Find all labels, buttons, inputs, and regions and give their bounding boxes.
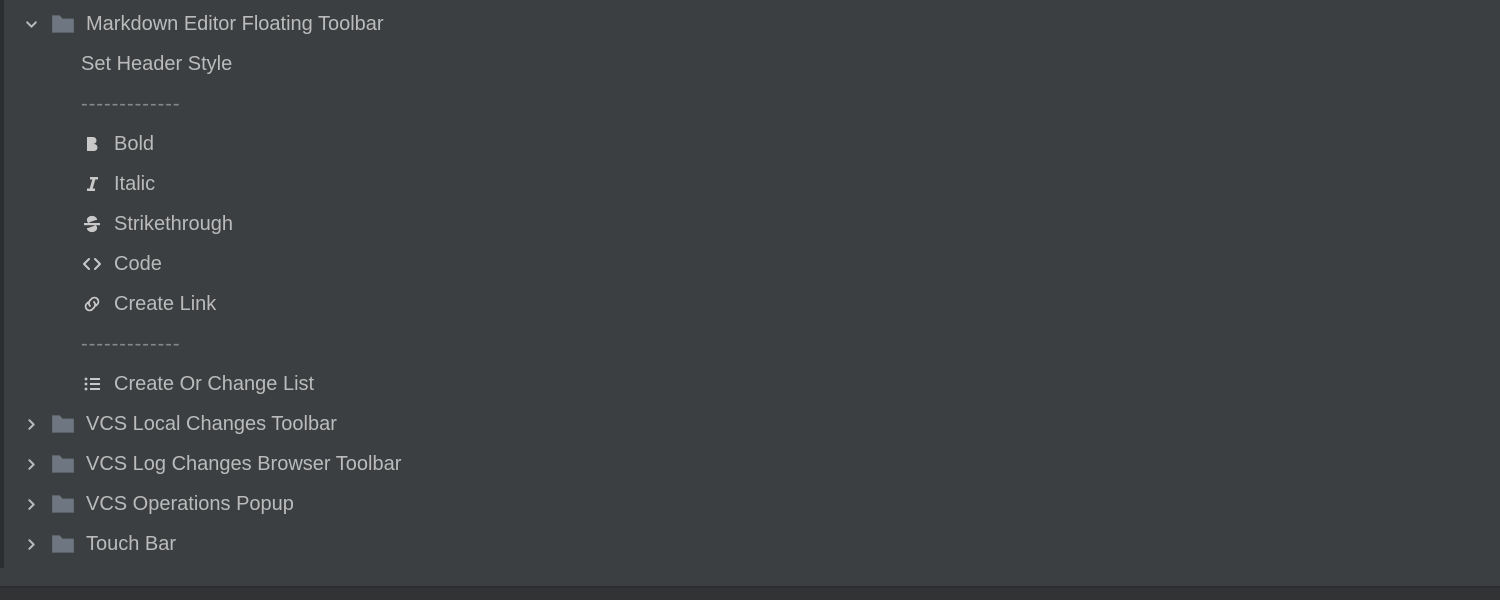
panel-border: [0, 0, 1500, 587]
status-gutter: [0, 587, 1500, 600]
